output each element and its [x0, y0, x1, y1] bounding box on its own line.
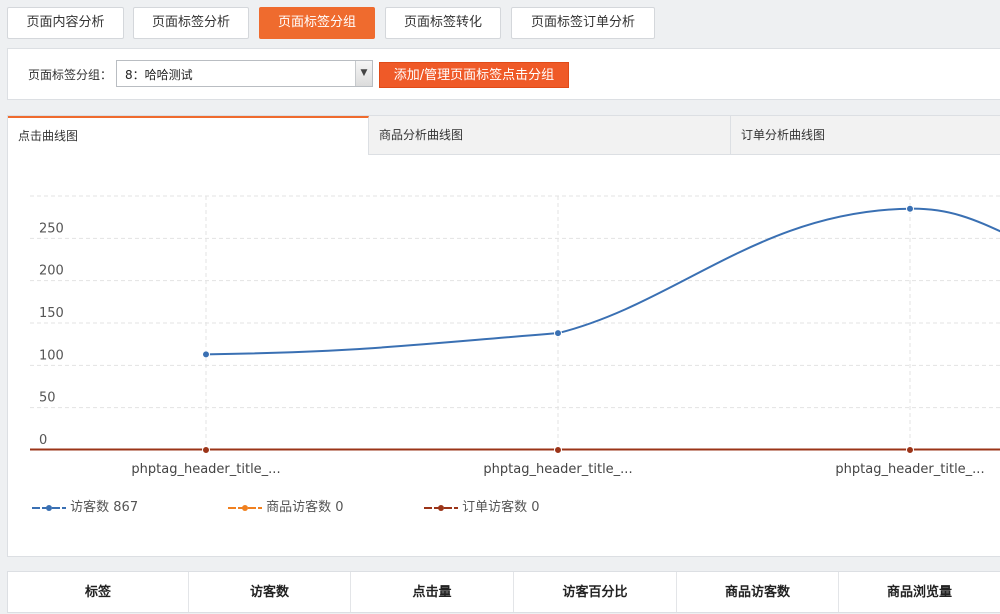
line-chart: 250 200 150 100 50 0 phptag_header_title_... ph…: [30, 195, 1000, 477]
tab-page-tag-conversion[interactable]: 页面标签转化: [385, 7, 501, 39]
legend-item-order-visitors[interactable]: 订单访客数 0: [424, 496, 540, 515]
y-tick-label: 200: [39, 264, 64, 279]
legend-label-order-visitors: 订单访客数 0: [462, 500, 540, 515]
column-header-visitor-percent[interactable]: 访客百分比: [514, 572, 677, 612]
data-point-order-visitors: [554, 446, 562, 454]
y-tick-label: 250: [39, 221, 64, 236]
group-select[interactable]: 8：哈哈测试 ▼: [116, 60, 373, 87]
series-line-visitors: [205, 207, 1000, 356]
data-point-visitors: [906, 204, 914, 213]
column-header-visitors[interactable]: 访客数: [189, 572, 351, 612]
data-point-order-visitors: [202, 446, 210, 454]
x-tick-label: phptag_header_title_...: [131, 462, 280, 477]
tab-page-tag-order-analysis[interactable]: 页面标签订单分析: [511, 7, 655, 39]
legend-label-visitors: 访客数 867: [70, 500, 139, 515]
group-filter-label: 页面标签分组：: [28, 68, 113, 82]
legend-marker-order-visitors: [424, 504, 458, 511]
data-point-visitors: [202, 350, 210, 359]
manage-tag-group-button[interactable]: 添加/管理页面标签点击分组: [379, 62, 569, 88]
tab-page-content-analysis[interactable]: 页面内容分析: [7, 7, 124, 39]
column-header-product-visitors[interactable]: 商品访客数: [677, 572, 839, 612]
legend-marker-product-visitors: [228, 504, 262, 511]
y-tick-label: 100: [39, 348, 64, 363]
y-tick-label: 150: [39, 306, 64, 321]
legend-label-product-visitors: 商品访客数 0: [266, 500, 344, 515]
column-header-tag[interactable]: 标签: [8, 572, 189, 612]
tab-page-tag-group[interactable]: 页面标签分组: [259, 7, 375, 39]
data-point-order-visitors: [906, 446, 914, 454]
column-header-clicks[interactable]: 点击量: [351, 572, 514, 612]
group-select-value: 8：哈哈测试: [125, 68, 193, 82]
legend-item-visitors[interactable]: 访客数 867: [32, 496, 138, 515]
y-tick-label: 50: [39, 391, 56, 406]
x-tick-label: phptag_header_title_...: [483, 462, 632, 477]
column-header-product-views[interactable]: 商品浏览量: [839, 572, 1000, 612]
chart-panel: 点击曲线图 商品分析曲线图 订单分析曲线图 250 200 150 100 50 0 php…: [7, 115, 1000, 557]
y-tick-label: 0: [39, 433, 47, 448]
x-tick-label: phptag_header_title_...: [835, 462, 984, 477]
data-point-visitors: [554, 329, 562, 338]
data-table-header: 标签 访客数 点击量 访客百分比 商品访客数 商品浏览量: [7, 571, 1000, 613]
tab-page-tag-analysis[interactable]: 页面标签分析: [133, 7, 249, 39]
filter-panel: 页面标签分组： 8：哈哈测试 ▼ 添加/管理页面标签点击分组: [7, 48, 1000, 100]
chevron-down-icon[interactable]: ▼: [355, 61, 372, 86]
legend-marker-visitors: [32, 504, 66, 511]
legend-item-product-visitors[interactable]: 商品访客数 0: [228, 496, 344, 515]
